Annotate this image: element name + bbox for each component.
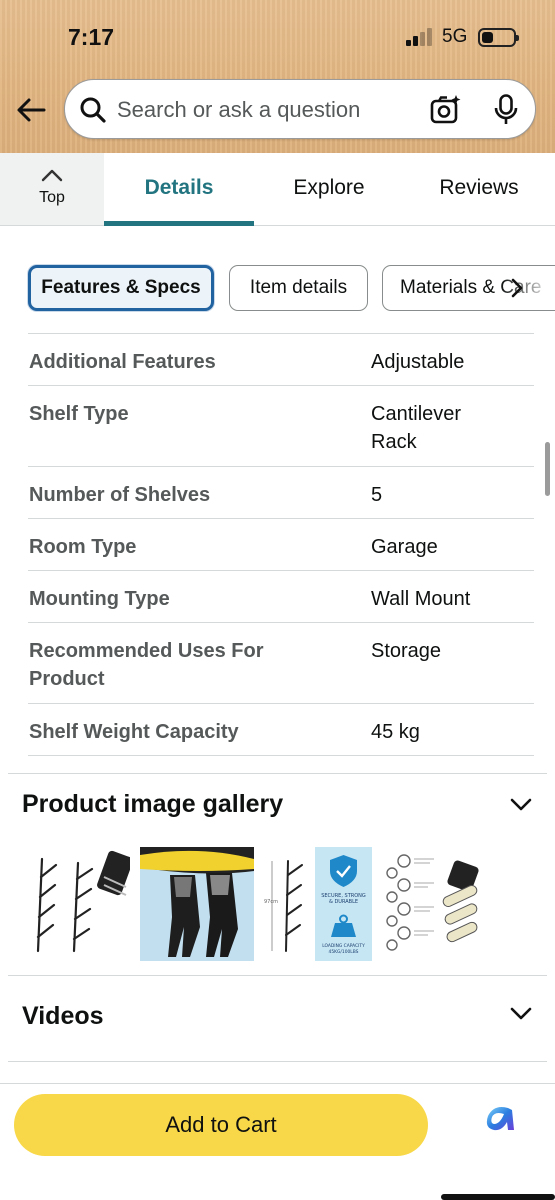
back-to-top-button[interactable]: Top [0, 153, 104, 225]
section-tab-bar: Top Details Explore Reviews [0, 153, 555, 226]
table-row: Additional Features Adjustable [28, 334, 534, 386]
spec-label: Number of Shelves [29, 484, 211, 506]
search-bar[interactable] [64, 79, 536, 139]
chevron-down-icon[interactable] [510, 798, 532, 812]
chip-materials-care[interactable]: Materials & Care [382, 265, 555, 311]
gallery-title[interactable]: Product image gallery [22, 790, 283, 819]
svg-text:97cm: 97cm [264, 899, 278, 905]
spec-value: Wall Mount [371, 588, 471, 610]
spec-value: 45 kg [371, 721, 420, 743]
divider [8, 773, 547, 774]
spec-label: Mounting Type [29, 588, 170, 610]
bottom-action-bar: Add to Cart [0, 1083, 555, 1200]
chip-features-specs[interactable]: Features & Specs [28, 265, 214, 311]
chevron-right-icon[interactable] [510, 277, 524, 299]
gallery-image-load-capacity[interactable]: SECURE, STRONG & DURABLE LOADING CAPACIT… [315, 847, 372, 961]
spec-label: Room Type [29, 536, 137, 558]
gallery-image-surfboard-wetsuits[interactable] [140, 847, 254, 961]
tab-reviews[interactable]: Reviews [404, 153, 554, 225]
table-row: Mounting Type Wall Mount [28, 571, 534, 623]
infographic-text: 45KG/100LBS [329, 949, 359, 955]
spec-value: 5 [371, 484, 383, 506]
infographic-text: & DURABLE [329, 899, 358, 905]
gallery-image-features[interactable] [384, 847, 488, 961]
status-time: 7:17 [68, 24, 115, 50]
search-icon [80, 97, 106, 123]
app-header: 7:17 5G [0, 0, 555, 153]
spec-label: Shelf Type [29, 403, 129, 425]
tab-details[interactable]: Details [104, 153, 254, 225]
top-label: Top [39, 189, 65, 206]
spec-label: Recommended Uses For Product [29, 640, 264, 690]
infographic-text: LOADING CAPACITY [322, 943, 365, 949]
table-row: Room Type Garage [28, 519, 534, 571]
table-row: Shelf Type Cantilever Rack [28, 386, 534, 467]
videos-title[interactable]: Videos [22, 1002, 104, 1031]
divider [8, 975, 547, 976]
camera-search-icon[interactable] [430, 94, 462, 126]
microphone-icon[interactable] [493, 94, 519, 126]
add-to-cart-button[interactable]: Add to Cart [14, 1094, 428, 1156]
back-arrow-icon [17, 98, 46, 122]
tab-explore[interactable]: Explore [254, 153, 404, 225]
search-input[interactable] [117, 92, 417, 128]
spec-value: Adjustable [371, 351, 465, 373]
spec-label: Additional Features [29, 351, 216, 373]
network-type: 5G [442, 26, 468, 47]
spec-value: Storage [371, 640, 442, 662]
rufus-assistant-icon[interactable] [480, 1102, 518, 1138]
active-tab-indicator [104, 221, 254, 226]
home-indicator [441, 1194, 555, 1200]
chevron-down-icon[interactable] [510, 1007, 532, 1021]
spec-value: Cantilever Rack [371, 403, 462, 453]
table-row: Recommended Uses For Product Storage [28, 623, 534, 704]
spec-value: Garage [371, 536, 438, 558]
table-row: Shelf Weight Capacity 45 kg [28, 704, 534, 756]
table-row: Number of Shelves 5 [28, 467, 534, 519]
spec-category-chips: Features & Specs Item details Materials … [0, 262, 555, 314]
back-button[interactable] [14, 92, 50, 128]
spec-label: Shelf Weight Capacity [29, 721, 239, 743]
chip-item-details[interactable]: Item details [229, 265, 368, 311]
gallery-image-wall-hooks[interactable] [30, 847, 130, 961]
divider [8, 1061, 547, 1062]
gallery-image-dimensions[interactable]: 97cm [262, 847, 314, 961]
battery-icon [478, 28, 519, 47]
chevron-up-icon [41, 169, 63, 182]
specs-table: Additional Features Adjustable Shelf Typ… [28, 333, 534, 756]
signal-strength-icon [406, 28, 434, 46]
scrollbar[interactable] [545, 442, 550, 496]
